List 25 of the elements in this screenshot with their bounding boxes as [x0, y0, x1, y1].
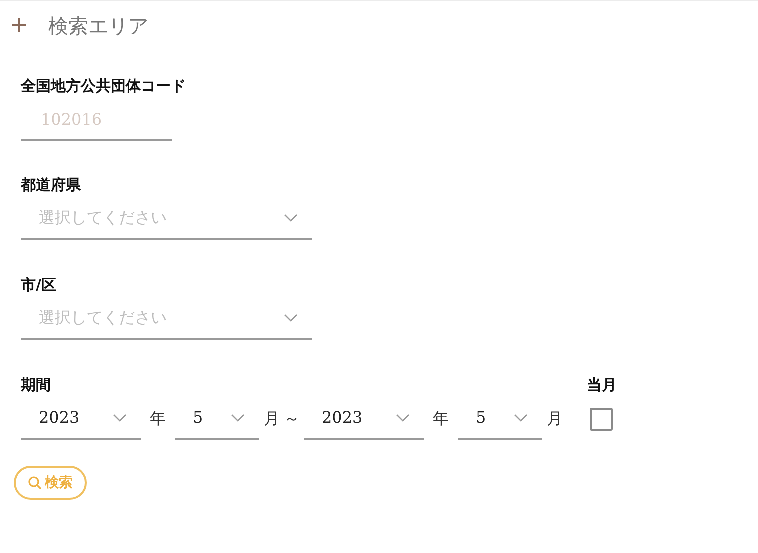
- expand-icon[interactable]: +: [10, 15, 28, 37]
- chevron-down-icon: [113, 414, 127, 422]
- chevron-down-icon: [284, 314, 298, 322]
- field-label: 当月: [587, 375, 617, 396]
- field-label: 市/区: [21, 275, 58, 296]
- chevron-down-icon: [284, 214, 298, 222]
- unit-label: 年: [150, 408, 166, 430]
- chevron-down-icon: [231, 414, 245, 422]
- dropdown-field[interactable]: 5: [175, 398, 259, 440]
- unit-label: 月: [264, 408, 280, 430]
- field-label: 期間: [21, 375, 52, 396]
- unit-label: 月: [547, 408, 563, 430]
- chevron-down-icon: [396, 414, 410, 422]
- unit-label: ～: [284, 408, 300, 430]
- field-label: 全国地方公共団体コード: [21, 76, 187, 97]
- section-title: 検索エリア: [48, 13, 148, 40]
- chevron-down-icon: [514, 414, 528, 422]
- field-label: 都道府県: [21, 175, 82, 196]
- search-icon: [28, 476, 42, 490]
- dropdown-field[interactable]: 2023: [21, 398, 141, 440]
- checkbox[interactable]: [590, 408, 613, 430]
- dropdown-field[interactable]: 5: [458, 398, 542, 440]
- dropdown-field[interactable]: 2023: [304, 398, 424, 440]
- code-input-field[interactable]: 102016: [21, 99, 172, 141]
- unit-label: 年: [433, 408, 449, 430]
